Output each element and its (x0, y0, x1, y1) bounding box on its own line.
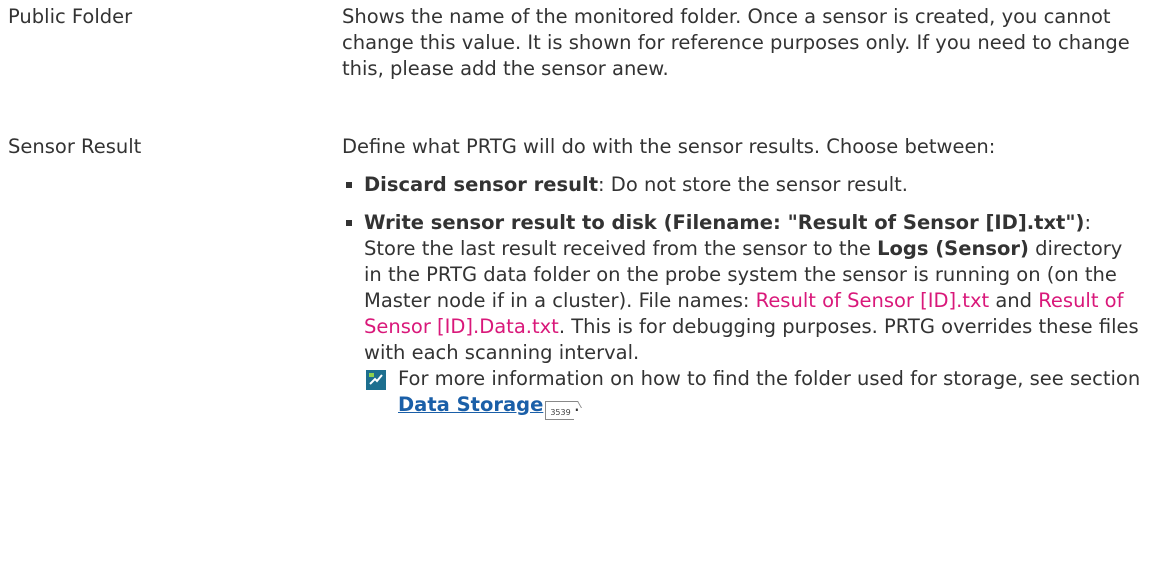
data-storage-link[interactable]: Data Storage (398, 393, 543, 416)
option-text: and (989, 289, 1039, 312)
note-text: For more information on how to find the … (398, 367, 1141, 390)
option-text: : Do not store the sensor result. (598, 173, 908, 196)
setting-description: Shows the name of the monitored folder. … (342, 4, 1142, 82)
setting-label: Sensor Result (8, 135, 142, 158)
option-list: Discard sensor result: Do not store the … (342, 172, 1142, 420)
description-intro: Define what PRTG will do with the sensor… (342, 135, 996, 158)
info-note: For more information on how to find the … (364, 366, 1142, 420)
list-item: Write sensor result to disk (Filename: "… (342, 210, 1142, 420)
setting-label: Public Folder (8, 5, 133, 28)
option-title: Write sensor result to disk (Filename: "… (364, 211, 1085, 234)
bullet-icon (346, 220, 352, 226)
setting-description: Define what PRTG will do with the sensor… (342, 134, 1142, 420)
description-text: Shows the name of the monitored folder. … (342, 5, 1130, 80)
option-title: Discard sensor result (364, 173, 599, 196)
list-item: Discard sensor result: Do not store the … (342, 172, 1142, 198)
directory-name: Logs (Sensor) (877, 237, 1029, 260)
file-name: Result of Sensor [ID].txt (755, 289, 990, 312)
info-note-icon (366, 370, 386, 390)
page-reference[interactable]: 3539 (545, 401, 574, 420)
bullet-icon (346, 182, 352, 188)
